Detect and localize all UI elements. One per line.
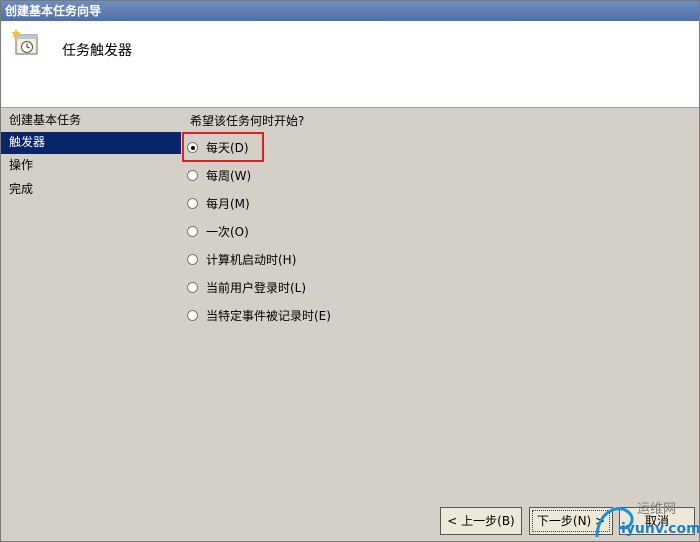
option-label: 每月(M) bbox=[206, 196, 250, 211]
option-event[interactable]: 当特定事件被记录时(E) bbox=[187, 305, 331, 325]
option-startup[interactable]: 计算机启动时(H) bbox=[187, 249, 296, 269]
window-title: 创建基本任务向导 bbox=[1, 1, 699, 21]
back-button-label: < 上一步(B) bbox=[447, 514, 515, 528]
watermark-text-cn: 运维网 bbox=[637, 502, 676, 517]
radio-button[interactable] bbox=[187, 141, 198, 153]
watermark-swirl-icon: 运维网 iyunv.com bbox=[595, 502, 700, 538]
watermark-text-en: iyunv.com bbox=[621, 521, 700, 537]
option-weekly[interactable]: 每周(W) bbox=[187, 165, 251, 185]
option-label: 一次(O) bbox=[206, 224, 249, 239]
option-logon[interactable]: 当前用户登录时(L) bbox=[187, 277, 306, 297]
option-label: 每天(D) bbox=[206, 140, 249, 155]
radio-button[interactable] bbox=[187, 253, 198, 265]
option-monthly[interactable]: 每月(M) bbox=[187, 193, 250, 213]
task-clock-icon bbox=[11, 29, 38, 55]
wizard-steps: 创建基本任务 触发器 操作 完成 bbox=[1, 108, 181, 541]
option-label: 每周(W) bbox=[206, 168, 252, 183]
back-button[interactable]: < 上一步(B) bbox=[440, 507, 522, 535]
radio-button[interactable] bbox=[187, 225, 198, 237]
wizard-window: 创建基本任务向导 任务触发器 创建基本任务 触发器 操作 完成 希望该任务何时开… bbox=[0, 0, 700, 542]
header-panel: 任务触发器 bbox=[1, 21, 699, 108]
question-label: 希望该任务何时开始? bbox=[190, 114, 305, 128]
page-title: 任务触发器 bbox=[62, 43, 132, 59]
radio-button[interactable] bbox=[187, 309, 198, 321]
option-label: 计算机启动时(H) bbox=[206, 252, 297, 267]
radio-button[interactable] bbox=[187, 169, 198, 181]
option-once[interactable]: 一次(O) bbox=[187, 221, 249, 241]
sidebar-item-create-basic-task[interactable]: 创建基本任务 bbox=[1, 110, 181, 132]
option-daily[interactable]: 每天(D) bbox=[187, 137, 249, 157]
sidebar-item-finish[interactable]: 完成 bbox=[1, 179, 181, 201]
radio-button[interactable] bbox=[187, 197, 198, 209]
radio-button[interactable] bbox=[187, 281, 198, 293]
sidebar-item-trigger[interactable]: 触发器 bbox=[1, 132, 181, 154]
watermark-logo: 运维网 iyunv.com bbox=[591, 497, 700, 541]
sidebar-item-action[interactable]: 操作 bbox=[1, 155, 181, 177]
option-label: 当特定事件被记录时(E) bbox=[206, 308, 331, 323]
option-label: 当前用户登录时(L) bbox=[206, 280, 307, 295]
